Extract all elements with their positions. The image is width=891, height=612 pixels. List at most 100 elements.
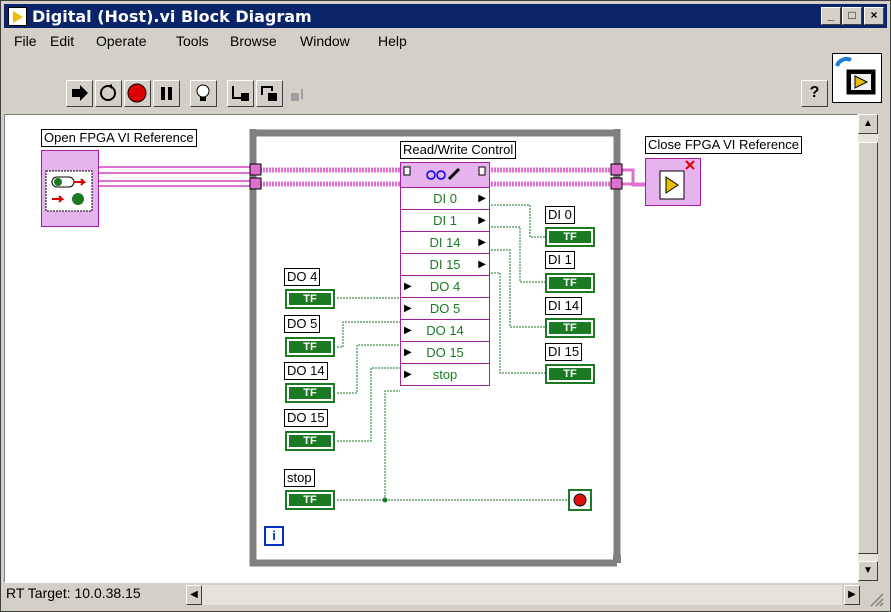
rw-row-do4: ▶ DO 4 [401, 275, 489, 297]
menu-window[interactable]: Window [300, 33, 350, 49]
stop-control-terminal[interactable]: TF [285, 490, 335, 510]
output-arrow-icon: ▶ [478, 237, 486, 248]
input-arrow-icon: ▶ [404, 325, 412, 336]
do4-label: DO 4 [284, 268, 321, 286]
diagram-canvas[interactable]: Open FPGA VI Reference Close FPGA VI Ref… [4, 114, 858, 583]
di15-indicator[interactable]: TF [545, 364, 595, 384]
bool-tf-text: TF [289, 341, 331, 353]
di0-label: DI 0 [545, 206, 575, 224]
rw-row-di1: DI 1 ▶ [401, 209, 489, 231]
block-diagram-window: Digital (Host).vi Block Diagram _ □ × Fi… [0, 0, 891, 612]
rt-target-text: RT Target: 10.0.38.15 [6, 585, 141, 601]
window-title: Digital (Host).vi Block Diagram [32, 7, 312, 26]
rw-control-label: Read/Write Control [400, 141, 517, 159]
di15-label: DI 15 [545, 343, 583, 361]
menu-edit[interactable]: Edit [50, 33, 74, 49]
open-fpga-ref-node[interactable] [41, 150, 99, 227]
status-bar: RT Target: 10.0.38.15 ◀ ▶ [4, 581, 887, 609]
rw-di15-text: DI 15 [429, 257, 461, 272]
bool-tf-text: TF [289, 435, 331, 447]
scroll-down-arrow-icon[interactable]: ▼ [858, 561, 878, 581]
bool-tf-text: TF [289, 293, 331, 305]
fpga-vi-icon [835, 56, 876, 95]
di0-indicator[interactable]: TF [545, 227, 595, 247]
step-over-button[interactable] [256, 80, 283, 107]
menu-file[interactable]: File [14, 33, 37, 49]
maximize-button[interactable]: □ [842, 7, 862, 25]
do5-terminal[interactable]: TF [285, 337, 335, 357]
bool-tf-text: TF [549, 277, 591, 289]
rw-di14-text: DI 14 [429, 235, 461, 250]
output-arrow-icon: ▶ [478, 193, 486, 204]
scroll-up-arrow-icon[interactable]: ▲ [858, 114, 878, 134]
do15-terminal[interactable]: TF [285, 431, 335, 451]
rw-row-do5: ▶ DO 5 [401, 297, 489, 319]
rw-row-do14: ▶ DO 14 [401, 319, 489, 341]
step-into-icon [232, 86, 249, 101]
menu-bar: File Edit Operate Tools Browse Window He… [4, 30, 824, 52]
menu-browse[interactable]: Browse [230, 33, 277, 49]
title-bar[interactable]: Digital (Host).vi Block Diagram _ □ × [4, 4, 887, 28]
run-button[interactable] [66, 80, 93, 107]
bool-tf-text: TF [549, 231, 591, 243]
minimize-button[interactable]: _ [821, 7, 841, 25]
vi-connector-icon[interactable] [832, 53, 882, 103]
rw-row-do15: ▶ DO 15 [401, 341, 489, 363]
step-into-button[interactable] [227, 80, 254, 107]
bool-tf-text: TF [289, 387, 331, 399]
do4-terminal[interactable]: TF [285, 289, 335, 309]
bool-tf-text: TF [549, 322, 591, 334]
run-arrow-icon [72, 85, 88, 101]
di14-indicator[interactable]: TF [545, 318, 595, 338]
input-arrow-icon: ▶ [404, 303, 412, 314]
open-reference-icon [45, 170, 93, 212]
menu-operate[interactable]: Operate [96, 33, 147, 49]
rw-di0-text: DI 0 [433, 191, 457, 206]
vertical-scroll-thumb[interactable] [858, 142, 878, 554]
rw-row-di14: DI 14 ▶ [401, 231, 489, 253]
rw-stop-text: stop [432, 367, 458, 382]
rw-row-stop: ▶ stop [401, 363, 489, 385]
do14-label: DO 14 [284, 362, 328, 380]
step-out-button[interactable] [285, 80, 312, 107]
horizontal-scrollbar[interactable] [202, 585, 842, 605]
menu-help[interactable]: Help [378, 33, 407, 49]
iteration-terminal[interactable]: i [264, 526, 284, 546]
output-arrow-icon: ▶ [478, 215, 486, 226]
toolbar: ? [4, 53, 887, 113]
do15-label: DO 15 [284, 409, 328, 427]
step-over-icon [261, 86, 277, 101]
bool-tf-text: TF [549, 368, 591, 380]
vertical-scrollbar[interactable]: ▲ ▼ [858, 114, 878, 581]
close-fpga-ref-node[interactable] [645, 158, 701, 206]
stop-label: stop [284, 469, 315, 487]
di1-indicator[interactable]: TF [545, 273, 595, 293]
open-fpga-ref-label: Open FPGA VI Reference [41, 129, 197, 147]
highlight-execution-button[interactable] [190, 80, 217, 107]
output-arrow-icon: ▶ [478, 259, 486, 270]
rw-do15-text: DO 15 [426, 345, 464, 360]
rw-row-di0: DI 0 ▶ [401, 187, 489, 209]
rw-do5-text: DO 5 [429, 301, 461, 316]
glasses-pencil-icon [403, 166, 486, 181]
scroll-left-arrow-icon[interactable]: ◀ [186, 585, 202, 605]
lightbulb-icon [196, 84, 210, 101]
rw-do4-text: DO 4 [429, 279, 461, 294]
run-continuously-icon [100, 84, 116, 101]
pause-button[interactable] [153, 80, 180, 107]
close-fpga-ref-label: Close FPGA VI Reference [645, 136, 803, 154]
close-button[interactable]: × [864, 7, 884, 25]
read-write-control-node[interactable]: DI 0 ▶ DI 1 ▶ DI 14 ▶ DI 15 ▶ ▶ DO 4 ▶ DO 5 ▶ D… [400, 162, 490, 386]
do14-terminal[interactable]: TF [285, 383, 335, 403]
input-arrow-icon: ▶ [404, 369, 412, 380]
help-button[interactable]: ? [801, 80, 828, 107]
abort-button[interactable] [124, 80, 151, 107]
input-arrow-icon: ▶ [404, 281, 412, 292]
scroll-right-arrow-icon[interactable]: ▶ [844, 585, 860, 605]
close-reference-icon [659, 160, 695, 200]
menu-tools[interactable]: Tools [176, 33, 209, 49]
run-continuously-button[interactable] [95, 80, 122, 107]
bool-tf-text: TF [289, 494, 331, 506]
labview-vi-icon [8, 7, 27, 26]
resize-grip-icon[interactable] [868, 591, 884, 607]
